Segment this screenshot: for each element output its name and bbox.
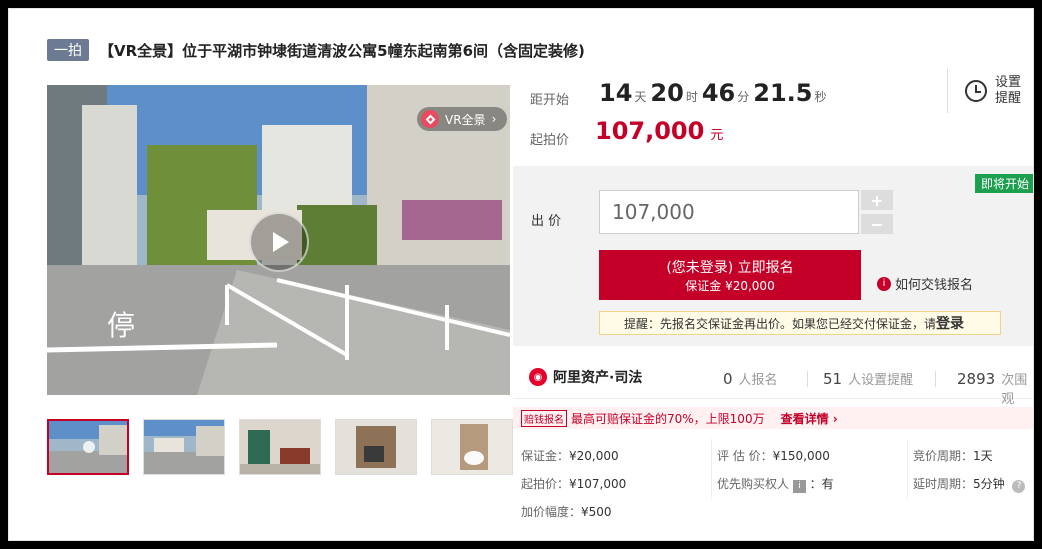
priority-info-icon[interactable]: i (792, 480, 806, 493)
vr-badge[interactable]: VR全景 › (417, 107, 507, 131)
login-tip: 提醒：先报名交保证金再出价。如果您已经交付保证金，请 登录 (599, 311, 1001, 335)
start-price: 107,000 元 (595, 117, 723, 145)
priority-buyer-item: 优先购买权人 i ：有 (717, 477, 834, 493)
title-row: 一拍 【VR全景】位于平湖市钟埭街道清波公寓5幢东起南第6间（含固定装修) (47, 39, 585, 61)
increment-item: 加价幅度：¥500 (521, 505, 612, 519)
starting-soon-badge: 即将开始 (974, 174, 1033, 193)
days-unit: 天 (634, 90, 647, 104)
countdown-hours: 20 (650, 79, 684, 107)
promo-tag: 赔钱报名 (521, 409, 567, 427)
chevron-right-icon: › (491, 112, 497, 126)
reminder-label: 设置 提醒 (995, 75, 1022, 106)
divider (935, 371, 936, 387)
auction-page: 一拍 【VR全景】位于平湖市钟埭街道清波公寓5幢东起南第6间（含固定装修) 停 … (8, 8, 1034, 541)
bid-label: 出 价 (531, 214, 562, 229)
delay-cycle-item: 延时周期：5分钟 ? (913, 475, 1026, 493)
ali-logo-icon: ◉ (529, 368, 547, 386)
thumbnail[interactable] (47, 419, 129, 475)
thumbnail[interactable] (239, 419, 321, 475)
page-title: 【VR全景】位于平湖市钟埭街道清波公寓5幢东起南第6间（含固定装修) (99, 41, 585, 60)
svg-text:停: 停 (107, 309, 135, 342)
vr-icon (421, 110, 439, 128)
bid-cycle-item: 竞价周期：1天 (913, 449, 993, 463)
register-button[interactable]: (您未登录) 立即报名 保证金 ¥20,000 (599, 250, 861, 300)
how-to-pay-link[interactable]: i 如何交钱报名 (877, 274, 973, 293)
countdown-minutes: 46 (701, 79, 736, 107)
start-price-value: 107,000 (595, 117, 705, 145)
thumbnail[interactable] (143, 419, 225, 475)
divider (947, 69, 948, 113)
stats-row: ◉ 阿里资产·司法 0 人报名 51 人设置提醒 2893 次围观 (513, 349, 1033, 407)
bid-amount-input[interactable]: 107,000 (599, 190, 859, 234)
views-count: 2893 次围观 (957, 370, 1028, 407)
info-icon: i (877, 276, 891, 291)
alarm-clock-icon (965, 80, 987, 102)
start-price-unit: 元 (710, 128, 724, 143)
appraisal-item: 评 估 价：¥150,000 (717, 449, 830, 463)
deposit-label: 保证金 ¥20,000 (685, 278, 775, 293)
auction-round-tag: 一拍 (47, 39, 89, 61)
bid-panel: 即将开始 出 价 107,000 + − (您未登录) 立即报名 保证金 ¥20… (513, 166, 1033, 346)
countdown-days: 14 (599, 79, 633, 107)
divider (807, 371, 808, 387)
decrease-bid-button[interactable]: − (861, 214, 893, 234)
divider (711, 439, 712, 499)
tip-text: 提醒：先报名交保证金再出价。如果您已经交付保证金，请 (624, 316, 937, 331)
hours-unit: 时 (685, 90, 698, 104)
registered-count: 0 人报名 (723, 370, 778, 388)
login-link[interactable]: 登录 (936, 313, 964, 333)
reminders-count: 51 人设置提醒 (823, 370, 914, 388)
seconds-unit: 秒 (814, 90, 827, 104)
thumbnail-strip (47, 419, 513, 475)
vr-label: VR全景 (445, 112, 486, 127)
countdown-seconds: 21.5 (753, 79, 813, 107)
start-price-item: 起拍价：¥107,000 (521, 477, 627, 491)
countdown: 14 天 20 时 46 分 21.5 秒 (599, 79, 831, 107)
start-price-label: 起拍价 (530, 133, 570, 148)
thumbnail[interactable] (335, 419, 417, 475)
register-label: (您未登录) 立即报名 (666, 259, 794, 276)
deposit-item: 保证金：¥20,000 (521, 449, 619, 463)
help-icon[interactable]: ? (1012, 480, 1026, 493)
set-reminder-button[interactable]: 设置 提醒 (965, 75, 1021, 107)
promo-details-link[interactable]: 查看详情 › (781, 410, 838, 427)
play-video-icon[interactable] (249, 212, 309, 272)
increase-bid-button[interactable]: + (861, 190, 893, 210)
minutes-unit: 分 (737, 90, 750, 104)
promo-message: 最高可赔保证金的70%，上限100万 (571, 411, 765, 426)
compensation-promo: 赔钱报名 最高可赔保证金的70%，上限100万 查看详情 › (513, 407, 1033, 429)
thumbnail[interactable] (431, 419, 513, 475)
ali-assets-logo: ◉ 阿里资产·司法 (529, 367, 642, 387)
countdown-label: 距开始 (530, 93, 570, 108)
divider (907, 439, 908, 499)
